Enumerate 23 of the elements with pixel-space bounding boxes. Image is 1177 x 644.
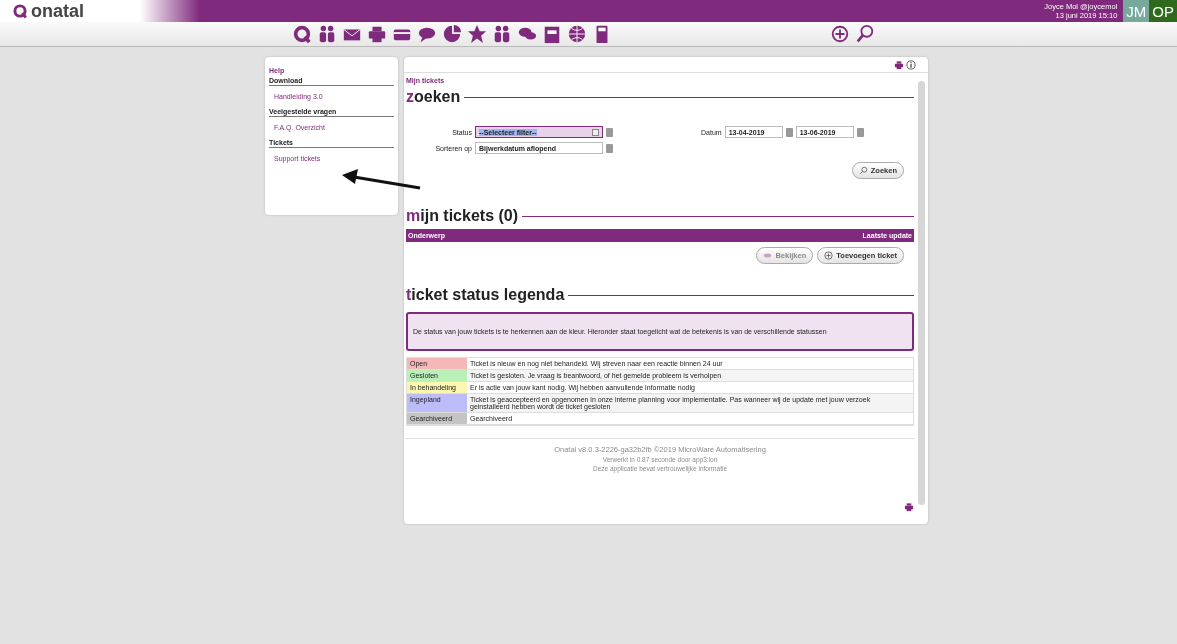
globe-icon[interactable] xyxy=(567,24,587,44)
printer-icon[interactable] xyxy=(367,24,387,44)
user-avatar[interactable]: OP xyxy=(1149,0,1177,22)
logo-text: onatal xyxy=(31,0,84,22)
pie-chart-icon[interactable] xyxy=(442,24,462,44)
search-icon[interactable] xyxy=(855,24,875,44)
people-icon[interactable] xyxy=(492,24,512,44)
printer-icon[interactable] xyxy=(904,502,914,512)
dropdown-icon[interactable] xyxy=(592,128,599,136)
eye-icon xyxy=(763,251,773,260)
search-icon xyxy=(858,166,868,175)
printer-icon[interactable] xyxy=(894,60,904,70)
people-icon[interactable] xyxy=(317,24,337,44)
add-icon[interactable] xyxy=(830,24,850,44)
section-heading: mijn tickets (0) xyxy=(406,207,519,225)
section-heading: zoeken xyxy=(406,88,461,106)
scrollbar[interactable] xyxy=(918,81,925,505)
section-heading: ticket status legenda xyxy=(406,286,565,304)
info-icon[interactable] xyxy=(906,60,916,70)
plus-icon xyxy=(824,251,834,260)
logo-icon[interactable] xyxy=(292,24,312,44)
logo-icon xyxy=(12,3,28,19)
star-icon[interactable] xyxy=(467,24,487,44)
